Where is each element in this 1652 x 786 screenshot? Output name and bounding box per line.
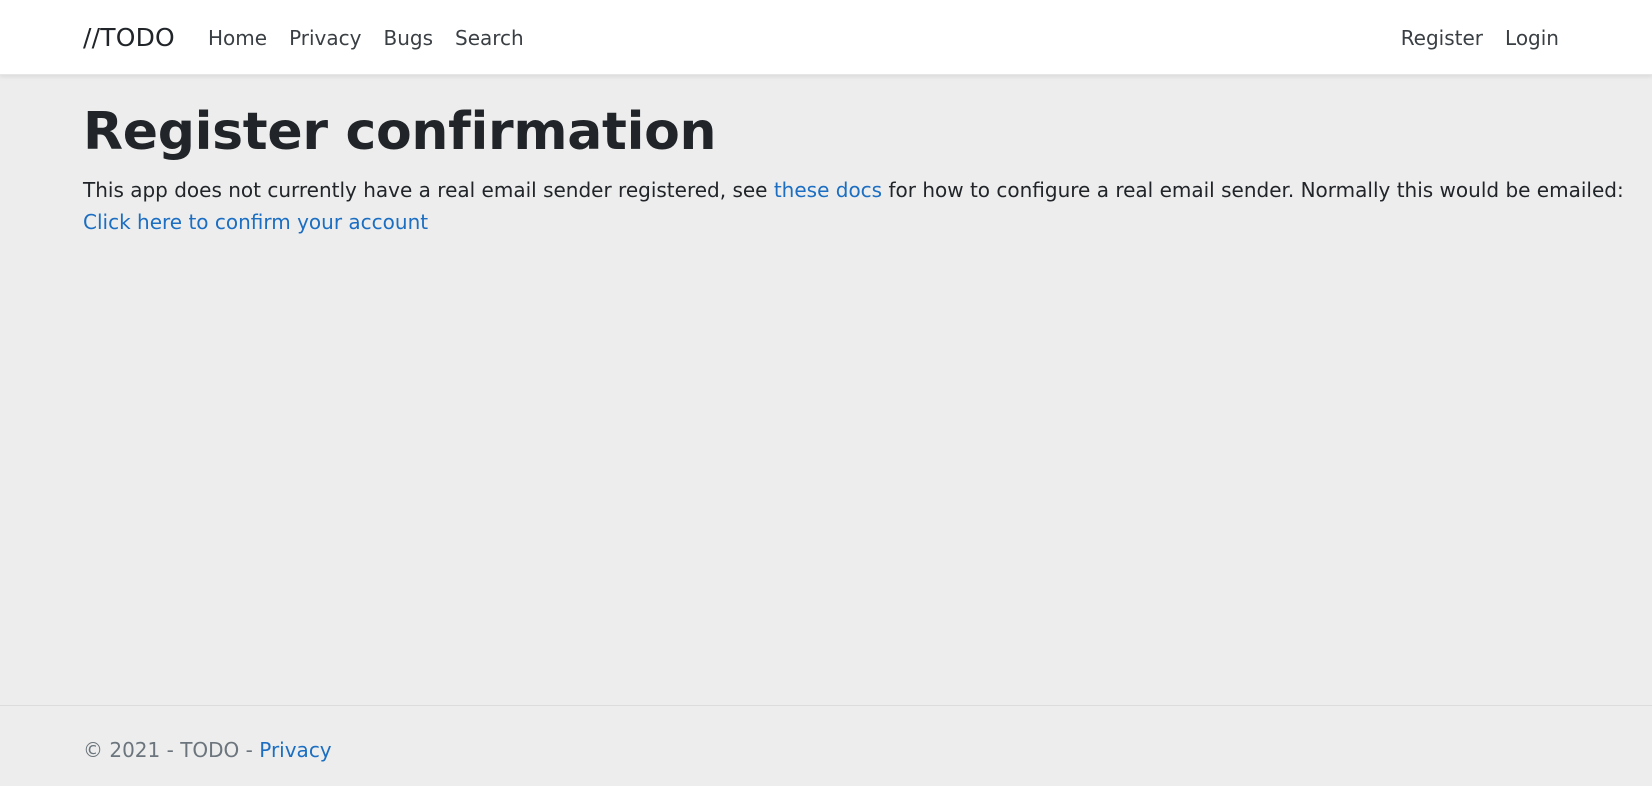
message-text-before: This app does not currently have a real …: [83, 178, 774, 202]
nav-link-home[interactable]: Home: [208, 24, 278, 52]
copyright-text: © 2021 - TODO -: [83, 738, 260, 762]
nav-link-login[interactable]: Login: [1494, 24, 1559, 52]
footer-privacy-link[interactable]: Privacy: [259, 738, 331, 762]
confirmation-message: This app does not currently have a real …: [83, 174, 1624, 238]
brand-link[interactable]: //TODO: [83, 21, 175, 55]
nav-link-search[interactable]: Search: [444, 24, 535, 52]
nav-link-bugs[interactable]: Bugs: [372, 24, 444, 52]
top-navbar: //TODO Home Privacy Bugs Search Register…: [0, 0, 1652, 75]
docs-link[interactable]: these docs: [774, 178, 882, 202]
page-footer: © 2021 - TODO - Privacy: [0, 705, 1652, 786]
nav-link-privacy[interactable]: Privacy: [278, 24, 372, 52]
confirm-account-link[interactable]: Click here to confirm your account: [83, 210, 428, 234]
main-content: Register confirmation This app does not …: [83, 100, 1624, 238]
footer-text: © 2021 - TODO - Privacy: [83, 736, 332, 764]
message-text-after: for how to configure a real email sender…: [882, 178, 1624, 202]
page-title: Register confirmation: [83, 102, 717, 162]
main-nav: Home Privacy Bugs Search: [208, 0, 535, 75]
nav-link-register[interactable]: Register: [1390, 24, 1494, 52]
account-nav: Register Login: [1390, 0, 1559, 75]
